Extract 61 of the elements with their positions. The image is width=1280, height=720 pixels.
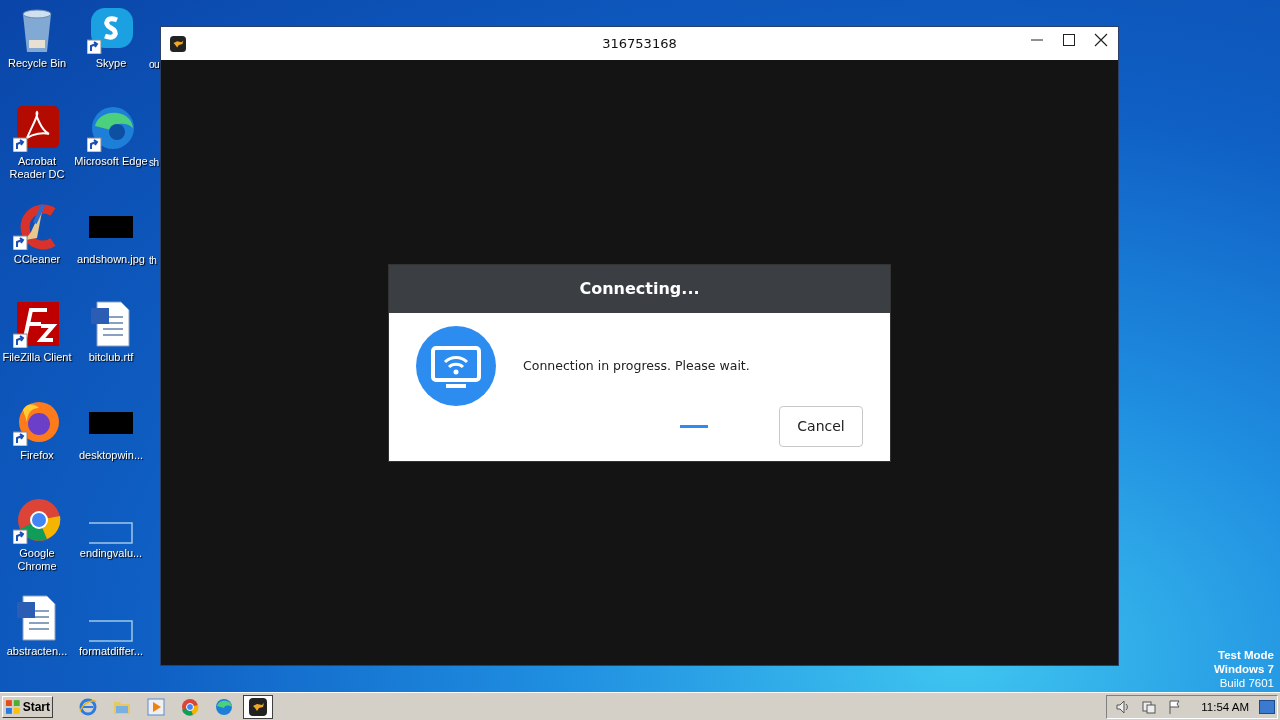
blank-file-icon [89,522,133,544]
icon-label: Google Chrome [16,547,58,573]
globe-icon [79,697,97,716]
desktop-shortcut[interactable]: Acrobat Reader DC [0,104,74,202]
pdf-icon [13,104,61,152]
close-icon[interactable] [1094,33,1108,47]
desktop-shortcut[interactable]: bitclub.rtf [74,300,148,398]
show-desktop-icon[interactable] [1259,699,1275,714]
kangaroo-app-icon [249,697,267,716]
icon-label: Microsoft Edge [74,155,148,168]
swirl-icon [215,697,233,716]
icon-label: Firefox [20,449,54,462]
icon-label: formatdiffer... [79,645,143,658]
os-notice-text: Test Mode [1218,648,1274,662]
desktop-shortcut[interactable]: Recycle Bin [0,6,74,104]
desktop-shortcut[interactable]: desktopwin... [74,398,148,496]
os-notice-text: Build 7601 [1219,676,1274,690]
windows-logo-icon [5,698,21,715]
media-player-icon [147,697,165,716]
network-icon[interactable] [1141,698,1158,715]
desktop-shortcut[interactable]: andshown.jpg [74,202,148,300]
icon-label: ou [149,58,159,71]
icon-label: andshown.jpg [77,253,145,266]
icon-label: CCleaner [13,253,61,266]
kangaroo-app-icon [170,36,186,52]
desktop-shortcut[interactable]: Microsoft Edge [74,104,148,202]
icon-label: bitclub.rtf [88,351,134,364]
maximize-icon[interactable] [1062,33,1076,47]
desktop-shortcut[interactable]: formatdiffer... [74,594,148,692]
desktop-shortcut[interactable]: endingvalu... [74,496,148,594]
chat-app-icon [87,6,135,54]
icon-label: Skype [95,57,127,70]
desktop-shortcut[interactable]: Firefox [0,398,74,496]
desktop-shortcut[interactable]: CCleaner [0,202,74,300]
icon-label: Recycle Bin [7,57,67,70]
status-message: Connection in progress. Please wait. [523,358,751,373]
desktop-shortcut[interactable]: abstracten... [0,594,74,692]
browser-icon [181,697,199,716]
icon-label: abstracten... [6,645,68,658]
loading-spinner-icon [680,424,708,428]
window-title: 316753168 [602,36,677,51]
icon-label: Acrobat Reader DC [8,155,66,181]
desktop-shortcut[interactable]: FileZilla Client [0,300,74,398]
desktop-shortcut[interactable]: Google Chrome [0,496,74,594]
browser-icon [13,496,61,544]
icon-label: desktopwin... [78,449,144,462]
clock[interactable]: 11:54 AM [1201,700,1249,713]
monitor-wifi-icon [416,325,496,406]
icon-label: sh [149,156,159,169]
swirl-icon [87,104,135,152]
dialog-title: Connecting... [579,279,700,298]
icon-label: th [149,254,157,267]
os-notice-text: Windows 7 [1214,662,1274,676]
cancel-button[interactable]: Cancel [779,405,863,447]
desktop-shortcut[interactable]: Skype [74,6,148,104]
ftp-app-icon [13,300,61,348]
icon-label: endingvalu... [79,547,143,560]
blank-file-icon [89,620,133,642]
start-button[interactable]: Start [2,695,53,718]
icon-label: FileZilla Client [2,351,72,364]
taskbar-button[interactable] [243,694,273,719]
